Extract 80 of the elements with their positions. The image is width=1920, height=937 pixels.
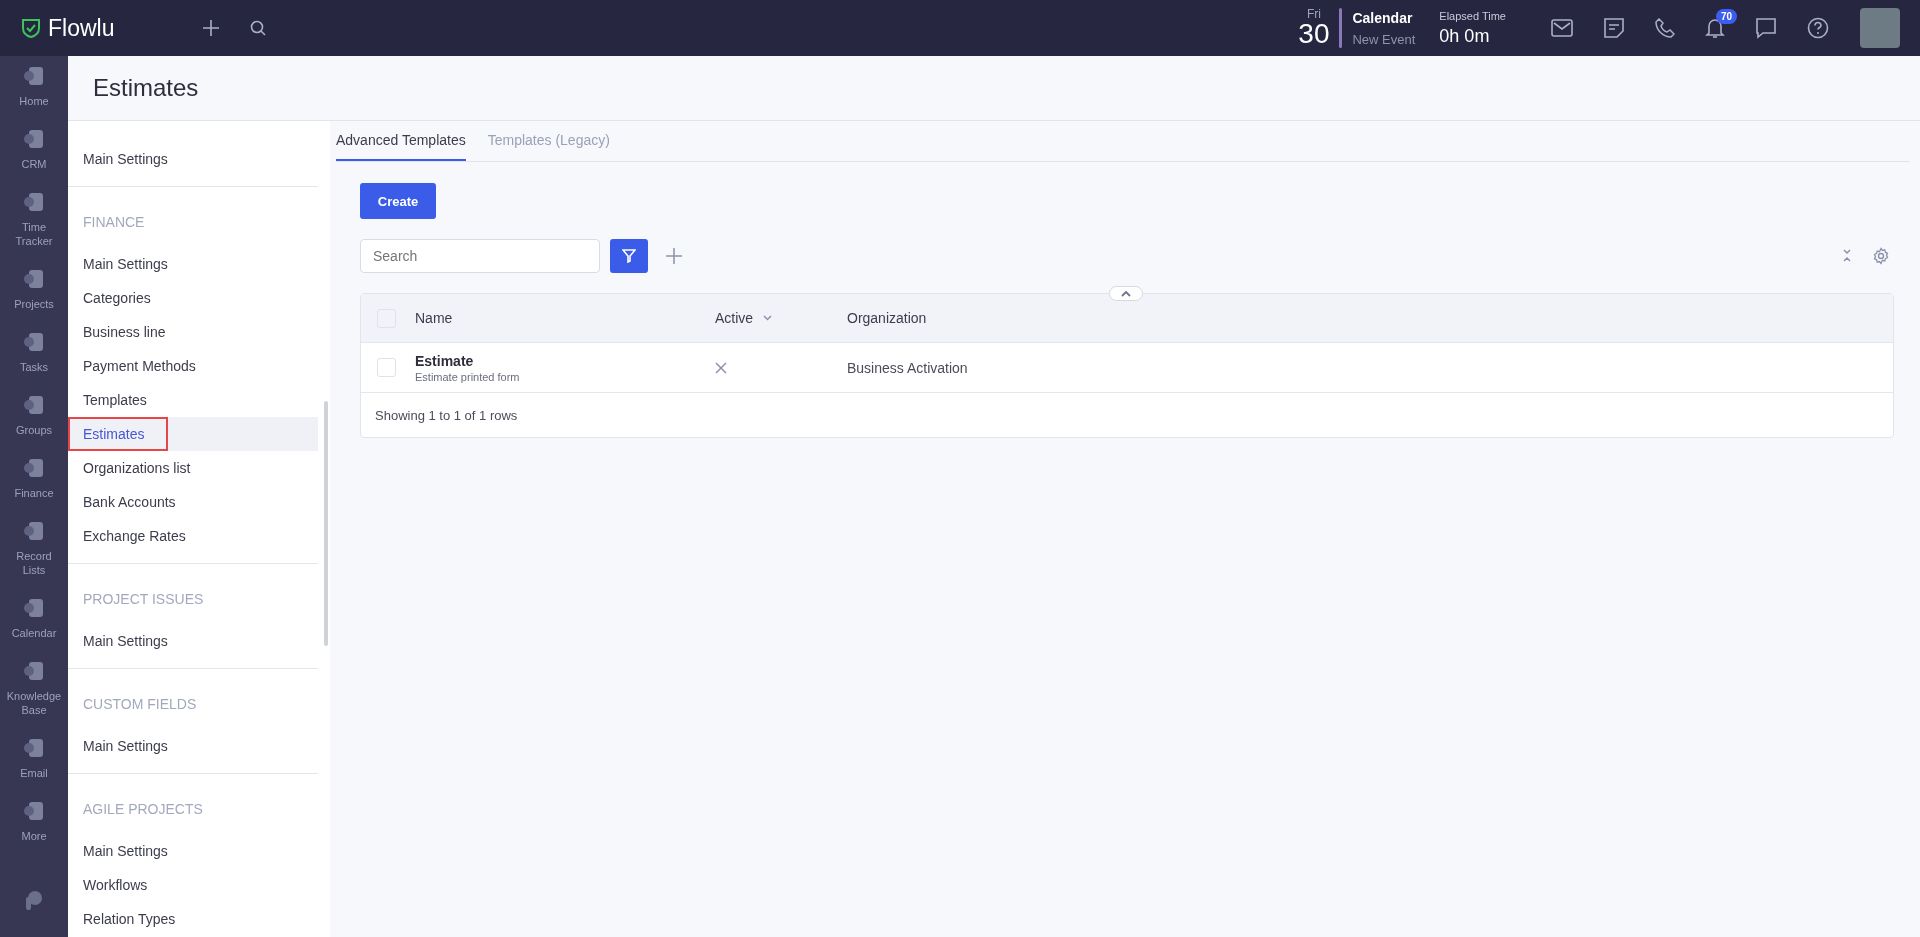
nav-item[interactable]: Email	[4, 766, 64, 780]
sidebar-item[interactable]: Organizations list	[68, 451, 206, 485]
elapsed-time-label: Elapsed Time	[1439, 9, 1506, 22]
tile-icon[interactable]	[23, 129, 45, 151]
notification-count: 70	[1716, 9, 1738, 24]
section-heading: CUSTOM FIELDS	[82, 695, 198, 714]
help-icon[interactable]	[1807, 17, 1829, 39]
collapse-icon[interactable]	[1842, 248, 1852, 264]
template-name[interactable]: Estimate	[415, 352, 715, 369]
column-header[interactable]: Name	[415, 310, 453, 326]
scrollbar[interactable]	[324, 401, 328, 646]
nav-item[interactable]: Home	[4, 94, 64, 108]
sidebar-item[interactable]: Exchange Rates	[68, 519, 201, 553]
sidebar-item[interactable]: Templates	[68, 383, 162, 417]
tile-icon[interactable]	[23, 521, 45, 543]
chevron-down-icon[interactable]	[763, 315, 773, 321]
collapse-toggle[interactable]	[1109, 286, 1143, 301]
sidebar-item[interactable]: Main Settings	[68, 834, 183, 868]
section-heading: FINANCE	[82, 213, 146, 232]
calendar-link[interactable]: Calendar	[1352, 9, 1416, 26]
template-description: Estimate printed form	[415, 370, 521, 383]
filter-icon	[622, 249, 636, 263]
new-event-link[interactable]: New Event	[1352, 31, 1416, 47]
sidebar-item[interactable]: Main Settings	[68, 247, 183, 281]
elapsed-time-value: 0h 0m	[1439, 25, 1491, 47]
column-header[interactable]: Organization	[847, 310, 927, 326]
nav-item[interactable]: Groups	[4, 423, 64, 437]
table-cell: Business Activation	[847, 359, 968, 376]
logo-text[interactable]: Flowlu	[48, 14, 115, 42]
section-heading: AGILE PROJECTS	[82, 800, 204, 819]
section-heading: PROJECT ISSUES	[82, 590, 205, 609]
sidebar-item[interactable]: Payment Methods	[68, 349, 211, 383]
tile-icon[interactable]	[23, 661, 45, 683]
nav-item[interactable]: Calendar	[4, 626, 64, 640]
plus-icon[interactable]	[666, 248, 682, 264]
page-title: Estimates	[93, 74, 199, 102]
chevron-up-icon	[1121, 290, 1131, 297]
nav-item[interactable]: More	[4, 829, 64, 843]
sidebar-item[interactable]: Main Settings	[68, 729, 183, 763]
nav-item[interactable]: Knowledge Base	[4, 689, 64, 717]
create-button[interactable]: Create	[360, 183, 436, 219]
shield-check-icon	[20, 17, 42, 39]
settings-icon[interactable]	[1872, 247, 1890, 265]
column-header[interactable]: Active	[715, 310, 754, 326]
sidebar-item[interactable]: Main Settings	[68, 624, 183, 658]
tile-icon[interactable]	[23, 598, 45, 620]
tile-icon[interactable]	[23, 395, 45, 417]
tile-icon[interactable]	[23, 332, 45, 354]
nav-item[interactable]: Time Tracker	[4, 220, 64, 248]
tile-icon[interactable]	[23, 269, 45, 291]
checkbox[interactable]	[377, 358, 396, 377]
sidebar-item[interactable]: Main Settings	[68, 142, 183, 176]
tile-icon[interactable]	[23, 458, 45, 480]
logo-mark-icon[interactable]	[23, 889, 45, 911]
day-number: 30	[1298, 20, 1330, 48]
sidebar-item[interactable]: Bank Accounts	[68, 485, 191, 519]
note-icon[interactable]	[1603, 17, 1625, 39]
search-field[interactable]: Search	[360, 239, 600, 273]
tile-icon[interactable]	[23, 192, 45, 214]
filter-button[interactable]	[610, 239, 648, 273]
phone-icon[interactable]	[1655, 18, 1675, 38]
tab[interactable]: Advanced Templates	[336, 121, 466, 161]
sidebar-item[interactable]: Workflows	[68, 868, 163, 902]
sidebar-item[interactable]: Relation Types	[68, 902, 191, 936]
sidebar-item[interactable]: Categories	[68, 281, 166, 315]
tile-icon[interactable]	[23, 738, 45, 760]
nav-item[interactable]: Projects	[4, 297, 64, 311]
nav-item[interactable]: Finance	[4, 486, 64, 500]
tile-icon[interactable]	[23, 801, 45, 823]
sidebar-item[interactable]: Business line	[68, 315, 181, 349]
nav-item[interactable]: CRM	[4, 157, 64, 171]
nav-item[interactable]: Tasks	[4, 360, 64, 374]
mail-icon[interactable]	[1551, 19, 1573, 37]
tile-icon[interactable]	[23, 66, 45, 88]
pagination-info: Showing 1 to 1 of 1 rows	[375, 407, 518, 423]
search-icon[interactable]	[250, 20, 267, 36]
nav-item[interactable]: Record Lists	[4, 549, 64, 577]
weekday-text: Fri	[1306, 8, 1321, 20]
plus-icon[interactable]	[202, 19, 221, 37]
chat-icon[interactable]	[1755, 17, 1777, 39]
